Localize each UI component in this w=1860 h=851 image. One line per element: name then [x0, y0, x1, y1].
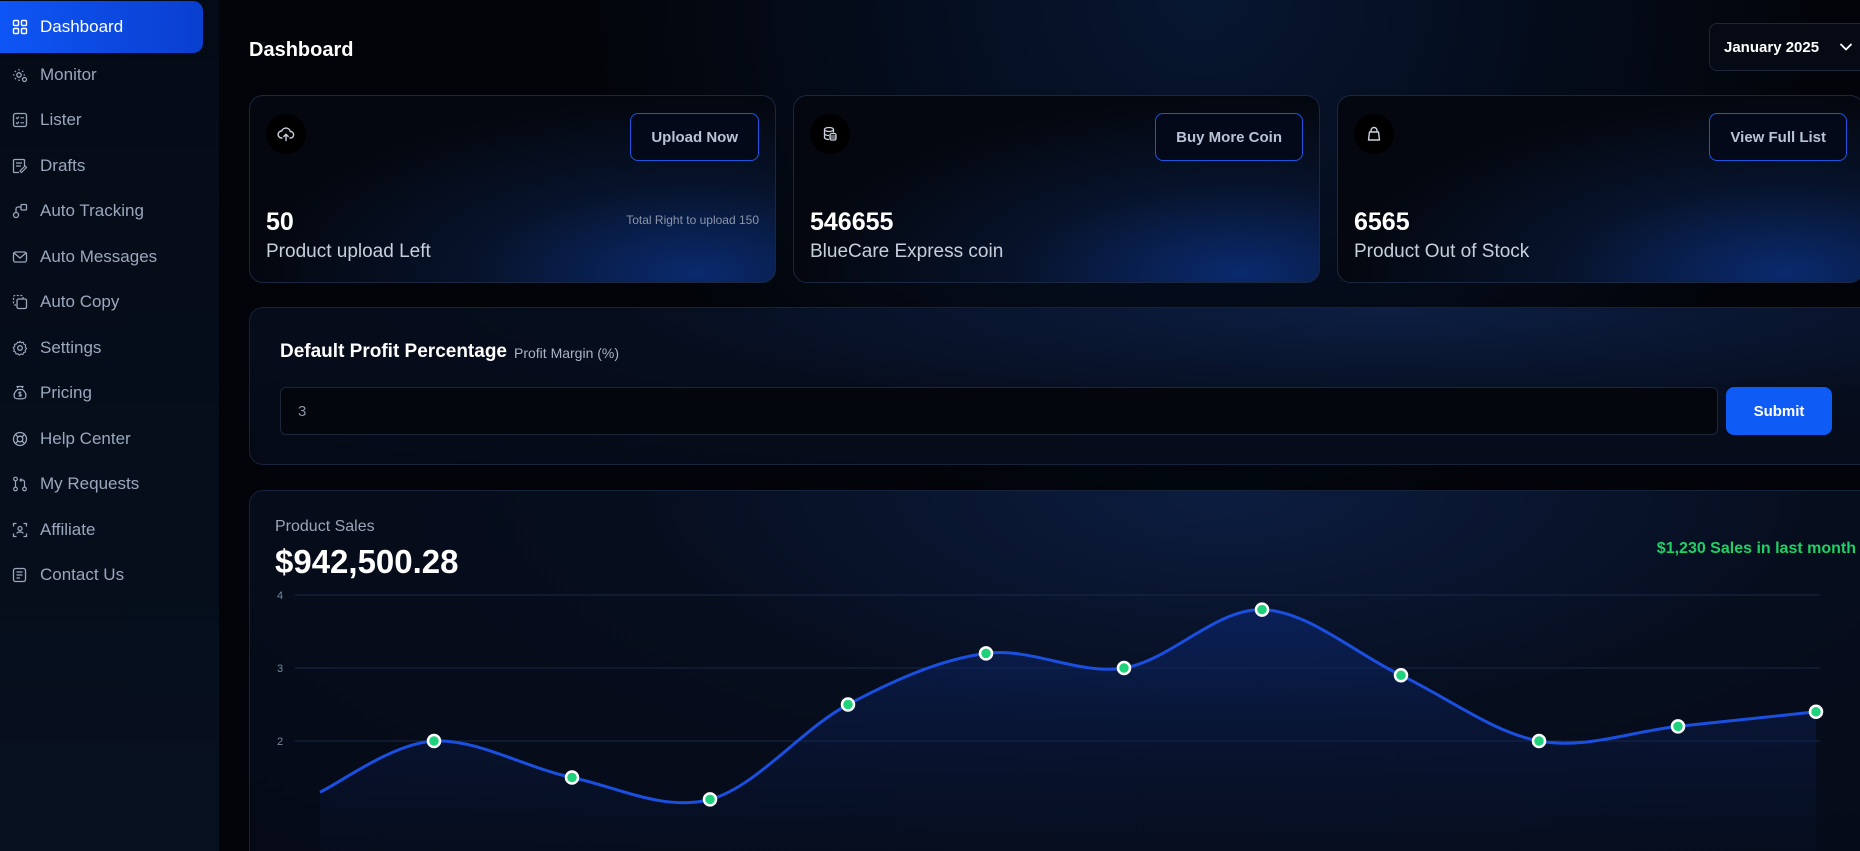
sidebar-item-label: Drafts — [40, 155, 86, 175]
sidebar-item-help-center[interactable]: Help Center — [0, 413, 203, 465]
sidebar-item-auto-copy[interactable]: Auto Copy — [0, 276, 203, 328]
upload-now-button[interactable]: Upload Now — [630, 113, 759, 161]
upload-label: Product upload Left — [266, 241, 431, 262]
upload-card: Upload Now 50 Total Right to upload 150 … — [249, 95, 776, 283]
sidebar-item-label: Auto Tracking — [40, 201, 144, 220]
buy-more-coin-button[interactable]: Buy More Coin — [1155, 113, 1303, 161]
sidebar-item-label: Help Center — [40, 428, 131, 448]
app: Dashboard Monitor Lister Drafts Auto Trackin… — [0, 0, 1860, 851]
sidebar-item-auto-tracking[interactable]: Auto Tracking — [0, 185, 203, 237]
checklist-icon — [12, 112, 28, 128]
gear-icon — [12, 340, 28, 356]
sales-area-fill — [320, 609, 1816, 851]
stock-count: 6565 — [1354, 208, 1410, 236]
affiliate-icon — [12, 522, 28, 538]
sales-data-point[interactable] — [1670, 719, 1686, 734]
sidebar: Dashboard Monitor Lister Drafts Auto Trackin… — [0, 0, 219, 851]
sidebar-item-label: Auto Messages — [40, 246, 158, 266]
profit-title: Default Profit Percentage — [280, 341, 507, 362]
sidebar-item-my-requests[interactable]: My Requests — [0, 458, 203, 510]
y-tick-label: 4 — [277, 590, 283, 602]
gear-monitor-icon — [12, 67, 28, 83]
sales-data-point[interactable] — [1116, 660, 1132, 676]
sales-data-point[interactable] — [840, 697, 856, 712]
lifebuoy-icon — [12, 431, 28, 447]
mail-icon — [12, 249, 28, 265]
sales-data-point[interactable] — [1531, 733, 1547, 749]
sidebar-item-label: Dashboard — [40, 17, 124, 36]
sidebar-item-label: Contact Us — [40, 565, 125, 584]
submit-button[interactable]: Submit — [1726, 387, 1832, 435]
sidebar-item-label: Monitor — [40, 64, 97, 84]
stock-card: View Full List 6565 Product Out of Stock — [1337, 95, 1860, 283]
sidebar-item-label: Affiliate — [40, 519, 96, 539]
sales-data-point[interactable] — [1393, 668, 1409, 683]
sidebar-item-label: My Requests — [40, 474, 140, 493]
draft-icon — [12, 158, 28, 174]
grid-icon — [12, 19, 28, 35]
sidebar-item-label: Auto Copy — [40, 292, 120, 311]
sidebar-item-monitor[interactable]: Monitor — [0, 49, 203, 101]
profit-margin-input[interactable]: 3 — [280, 387, 1718, 435]
git-pull-icon — [12, 476, 28, 492]
sales-panel: Product Sales $942,500.28 $1,230 Sales i… — [249, 490, 1860, 851]
sales-data-point[interactable] — [978, 646, 994, 661]
profit-subtitle: Profit Margin (%) — [514, 345, 620, 361]
sidebar-item-dashboard[interactable]: Dashboard — [0, 1, 203, 53]
sidebar-item-affiliate[interactable]: Affiliate — [0, 504, 203, 556]
sidebar-item-label: Settings — [40, 337, 102, 357]
money-bag-icon — [12, 385, 28, 401]
sidebar-item-pricing[interactable]: Pricing — [0, 367, 203, 419]
y-tick-label: 2 — [277, 736, 283, 748]
chevron-down-icon — [1840, 43, 1852, 51]
profit-panel: Default Profit Percentage Profit Margin … — [249, 307, 1860, 465]
sidebar-item-label: Lister — [40, 110, 82, 129]
upload-count: 50 — [266, 208, 294, 236]
cloud-upload-icon — [266, 114, 306, 154]
month-select-value: January 2025 — [1724, 38, 1820, 56]
sidebar-item-settings[interactable]: Settings — [0, 322, 203, 374]
sidebar-item-auto-messages[interactable]: Auto Messages — [0, 231, 203, 283]
coins-icon — [810, 114, 850, 154]
sidebar-item-contact-us[interactable]: Contact Us — [0, 549, 203, 601]
tracking-icon — [12, 203, 28, 219]
sales-data-point[interactable] — [1808, 704, 1824, 720]
sales-data-point[interactable] — [564, 770, 580, 785]
coin-card: Buy More Coin 546655 BlueCare Express co… — [793, 95, 1320, 283]
sales-chart: 4 3 2 — [277, 590, 1824, 851]
sales-data-point[interactable] — [702, 792, 718, 807]
stock-label: Product Out of Stock — [1354, 241, 1530, 262]
month-select[interactable]: January 2025 — [1709, 23, 1860, 71]
bag-icon — [1354, 114, 1394, 154]
sidebar-item-label: Pricing — [40, 383, 92, 402]
main-content: Dashboard January 2025 Upload Now 50 Tot… — [219, 0, 1860, 851]
page-title: Dashboard — [249, 39, 354, 61]
sidebar-item-drafts[interactable]: Drafts — [0, 140, 203, 192]
copy-icon — [12, 294, 28, 310]
view-full-list-button[interactable]: View Full List — [1709, 113, 1847, 161]
contact-icon — [12, 567, 28, 583]
sales-data-point[interactable] — [426, 733, 442, 749]
upload-total-note: Total Right to upload 150 — [626, 213, 759, 227]
coin-count: 546655 — [810, 208, 894, 236]
sales-data-point[interactable] — [1254, 602, 1270, 617]
coin-label: BlueCare Express coin — [810, 241, 1004, 262]
sidebar-item-lister[interactable]: Lister — [0, 94, 203, 146]
y-tick-label: 3 — [277, 663, 283, 675]
